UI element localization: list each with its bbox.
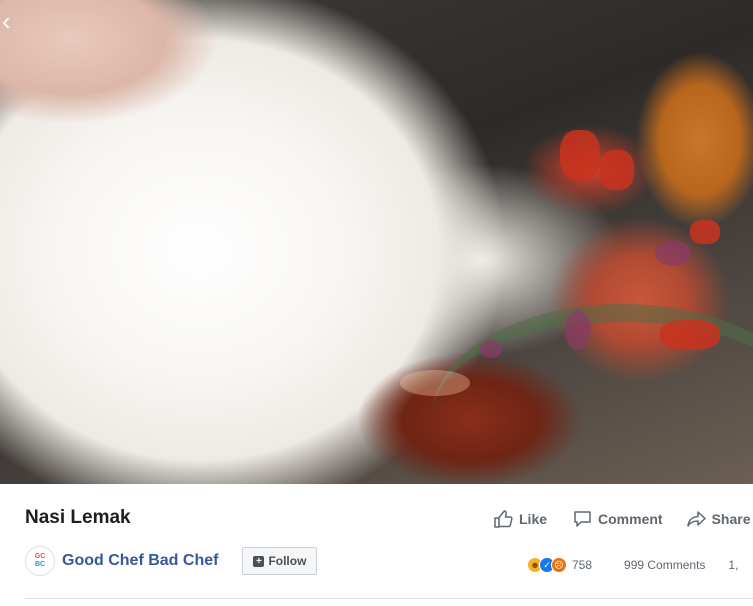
comment-button[interactable]: Comment (573, 510, 663, 528)
plus-icon: + (253, 555, 265, 567)
follow-button[interactable]: + Follow (242, 547, 318, 575)
speech-bubble-icon (574, 511, 591, 527)
chili-piece (690, 220, 720, 244)
onion-piece (480, 340, 502, 358)
comment-label: Comment (598, 511, 663, 527)
share-arrow-icon (686, 511, 706, 527)
onion-piece (565, 310, 591, 350)
comments-count-link[interactable]: 999 Comments (624, 558, 705, 572)
reactions-summary[interactable]: ☻ ✓ ☹ 758 (527, 557, 592, 573)
share-button[interactable]: Share (686, 510, 751, 528)
avatar-logo-bottom: BC (34, 561, 46, 568)
video-frame[interactable]: ‹ (0, 0, 753, 484)
action-bar: Like Comment Share (494, 509, 751, 529)
thumbs-up-icon (494, 510, 513, 528)
page-avatar[interactable]: GC BC (25, 546, 55, 576)
like-button[interactable]: Like (494, 510, 547, 528)
chili-piece (660, 320, 720, 350)
like-label: Like (519, 511, 548, 527)
divider (25, 598, 753, 599)
onion-piece (655, 240, 691, 266)
chevron-left-icon[interactable]: ‹ (2, 8, 20, 34)
angry-reaction-icon: ☹ (551, 557, 567, 573)
engagement-stats: ☻ ✓ ☹ 758 999 Comments 1, (527, 556, 738, 574)
chili-piece (600, 150, 634, 190)
video-info-panel: Nasi Lemak Like Comment Share GC BC Good… (0, 484, 753, 606)
shares-count-link[interactable]: 1, (728, 558, 738, 572)
avatar-logo-top: GC (34, 553, 46, 560)
page-name-link[interactable]: Good Chef Bad Chef (62, 552, 218, 570)
reactions-count: 758 (572, 558, 593, 572)
share-label: Share (711, 511, 751, 527)
sauce-highlight (400, 370, 470, 396)
page-attribution: GC BC Good Chef Bad Chef + Follow (25, 546, 318, 576)
follow-label: Follow (268, 554, 307, 568)
video-title: Nasi Lemak (25, 507, 131, 528)
chili-piece (560, 130, 600, 180)
